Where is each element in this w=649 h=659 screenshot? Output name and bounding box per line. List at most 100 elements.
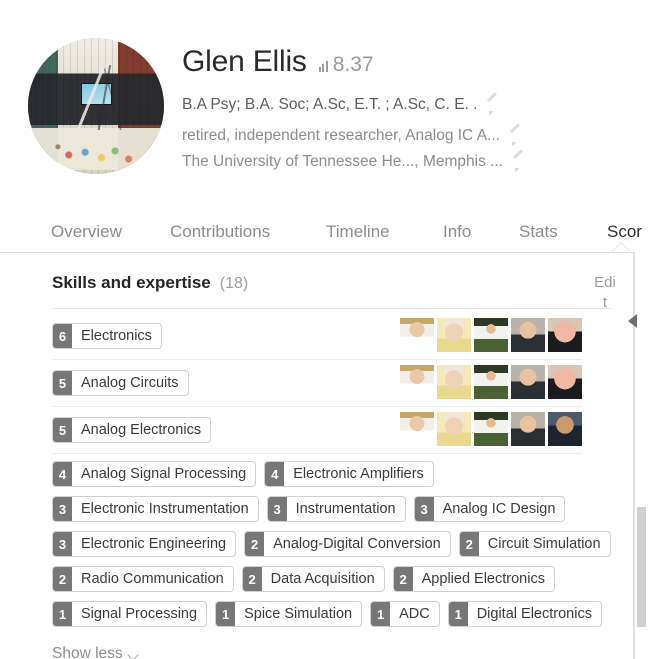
skill-label: Electronics <box>81 328 152 344</box>
endorser-avatar[interactable] <box>437 318 471 352</box>
skill-endorsement-count: 3 <box>267 497 287 521</box>
skill-label: Spice Simulation <box>244 606 353 622</box>
skill-tag[interactable]: 4 Electronic Amplifiers <box>264 461 434 487</box>
tab-contributions[interactable]: Contributions <box>170 212 270 252</box>
tab-info[interactable]: Info <box>443 212 471 252</box>
pencil-icon[interactable] <box>512 156 525 169</box>
show-less-label: Show less <box>52 645 123 659</box>
rg-score[interactable]: 8.37 <box>318 53 374 77</box>
skill-tag[interactable]: 1 Spice Simulation <box>215 601 363 627</box>
profile-page: Glen Ellis 8.37 B.A Psy; B.A. Soc; A.Sc,… <box>0 0 649 659</box>
skill-endorsement-count: 1 <box>53 602 72 626</box>
skill-endorsement-count: 2 <box>393 567 413 591</box>
skill-row: 6 Electronics <box>52 313 582 360</box>
skill-row: 5 Analog Electronics <box>52 407 582 454</box>
skill-endorsement-count: 3 <box>414 497 434 521</box>
skill-tag[interactable]: 3 Electronic Instrumentation <box>52 496 259 522</box>
skill-tag[interactable]: 3 Analog IC Design <box>413 496 566 522</box>
endorser-avatar[interactable] <box>511 365 545 399</box>
tab-timeline[interactable]: Timeline <box>326 212 390 252</box>
skill-tag[interactable]: 1 ADC <box>370 601 440 627</box>
profile-degrees-text: B.A Psy; B.A. Soc; A.Sc, E.T. ; A.Sc, C.… <box>182 96 478 113</box>
skill-endorsement-count: 5 <box>53 371 72 395</box>
skill-endorsement-count: 2 <box>459 532 479 556</box>
skill-tag[interactable]: 1 Signal Processing <box>52 601 208 627</box>
skill-tag[interactable]: 2 Radio Communication <box>52 566 234 592</box>
skill-label: Electronic Instrumentation <box>81 501 249 517</box>
skill-tag[interactable]: 2 Applied Electronics <box>392 566 555 592</box>
bar-chart-icon <box>318 59 330 72</box>
endorser-avatar[interactable] <box>474 318 508 352</box>
profile-header: Glen Ellis 8.37 B.A Psy; B.A. Soc; A.Sc,… <box>0 0 649 212</box>
page-title: Glen Ellis <box>182 45 307 78</box>
profile-degrees-line: B.A Psy; B.A. Soc; A.Sc, E.T. ; A.Sc, C.… <box>182 96 499 114</box>
endorser-avatar[interactable] <box>511 412 545 446</box>
profile-name-row: Glen Ellis 8.37 <box>182 45 374 78</box>
skill-label: Electronic Amplifiers <box>293 466 424 482</box>
skill-row: 5 Analog Circuits <box>52 360 582 407</box>
skill-label: Signal Processing <box>81 606 198 622</box>
endorser-avatar[interactable] <box>437 412 471 446</box>
skill-tag[interactable]: 4 Analog Signal Processing <box>52 461 257 487</box>
tab-caret-icon <box>612 243 630 252</box>
pencil-icon[interactable] <box>509 130 522 143</box>
skills-title: Skills and expertise <box>52 273 211 292</box>
skill-tag[interactable]: 2 Circuit Simulation <box>458 531 611 557</box>
profile-tabs: Overview Contributions Timeline Info Stats Sc… <box>0 212 649 252</box>
skill-endorsement-count: 6 <box>53 324 72 348</box>
endorser-avatars <box>400 412 582 446</box>
pencil-icon[interactable] <box>486 99 499 112</box>
skills-card: Skills and expertise (18) Edit 6 Electron… <box>0 252 634 659</box>
endorser-avatar[interactable] <box>548 318 582 352</box>
show-less-button[interactable]: Show less <box>52 645 138 659</box>
skill-label: Analog Electronics <box>81 422 202 438</box>
tab-stats[interactable]: Stats <box>519 212 558 252</box>
skill-tag[interactable]: 1 Digital Electronics <box>447 601 602 627</box>
endorser-avatar[interactable] <box>511 318 545 352</box>
skill-tag-cloud: 4 Analog Signal Processing 4 Electronic Amp… <box>52 461 612 627</box>
skills-edit-button[interactable]: Edit <box>593 273 617 313</box>
skill-tag[interactable]: 3 Instrumentation <box>266 496 406 522</box>
skill-endorsement-count: 2 <box>53 567 72 591</box>
skill-tag[interactable]: 3 Electronic Engineering <box>52 531 237 557</box>
profile-institution-line: The University of Tennessee He..., Memph… <box>182 153 525 171</box>
endorser-avatar[interactable] <box>400 412 434 446</box>
tab-overview[interactable]: Overview <box>51 212 122 252</box>
skill-endorsement-count: 2 <box>242 567 262 591</box>
skill-endorsement-count: 3 <box>53 532 72 556</box>
profile-institution-text: The University of Tennessee He..., Memph… <box>182 153 504 170</box>
endorser-avatar[interactable] <box>400 365 434 399</box>
skill-label: Circuit Simulation <box>487 536 601 552</box>
endorser-avatar[interactable] <box>474 412 508 446</box>
endorser-avatar[interactable] <box>548 365 582 399</box>
endorser-avatar[interactable] <box>548 412 582 446</box>
vertical-scrollbar-thumb[interactable] <box>637 507 646 627</box>
endorser-avatar[interactable] <box>400 318 434 352</box>
skill-tag[interactable]: 5 Analog Electronics <box>52 417 212 443</box>
avatar-photo <box>28 38 164 174</box>
skill-label: Data Acquisition <box>270 571 375 587</box>
divider <box>52 308 612 309</box>
skill-tag[interactable]: 5 Analog Circuits <box>52 370 189 396</box>
skill-rows: 6 Electronics 5 Analog Circuits 5 Analog Elec… <box>0 313 634 454</box>
skill-tag[interactable]: 6 Electronics <box>52 323 162 349</box>
skill-endorsement-count: 4 <box>53 462 72 486</box>
profile-position-text: retired, independent researcher, Analog … <box>182 127 500 144</box>
skill-label: Digital Electronics <box>476 606 592 622</box>
profile-avatar[interactable] <box>28 38 164 174</box>
skill-tag[interactable]: 2 Analog-Digital Conversion <box>244 531 451 557</box>
endorser-avatars <box>400 365 582 399</box>
endorser-avatar[interactable] <box>474 365 508 399</box>
skill-label: Instrumentation <box>295 501 396 517</box>
endorser-avatar[interactable] <box>437 365 471 399</box>
skill-endorsement-count: 4 <box>265 462 285 486</box>
skill-endorsement-count: 1 <box>371 602 391 626</box>
skill-endorsement-count: 1 <box>216 602 236 626</box>
endorser-avatars <box>400 318 582 352</box>
scroll-pointer-icon <box>628 314 637 328</box>
skill-label: Radio Communication <box>81 571 224 587</box>
skill-endorsement-count: 5 <box>53 418 72 442</box>
skill-label: Analog Signal Processing <box>81 466 247 482</box>
skills-card-header: Skills and expertise (18) <box>52 273 248 293</box>
skill-tag[interactable]: 2 Data Acquisition <box>241 566 385 592</box>
